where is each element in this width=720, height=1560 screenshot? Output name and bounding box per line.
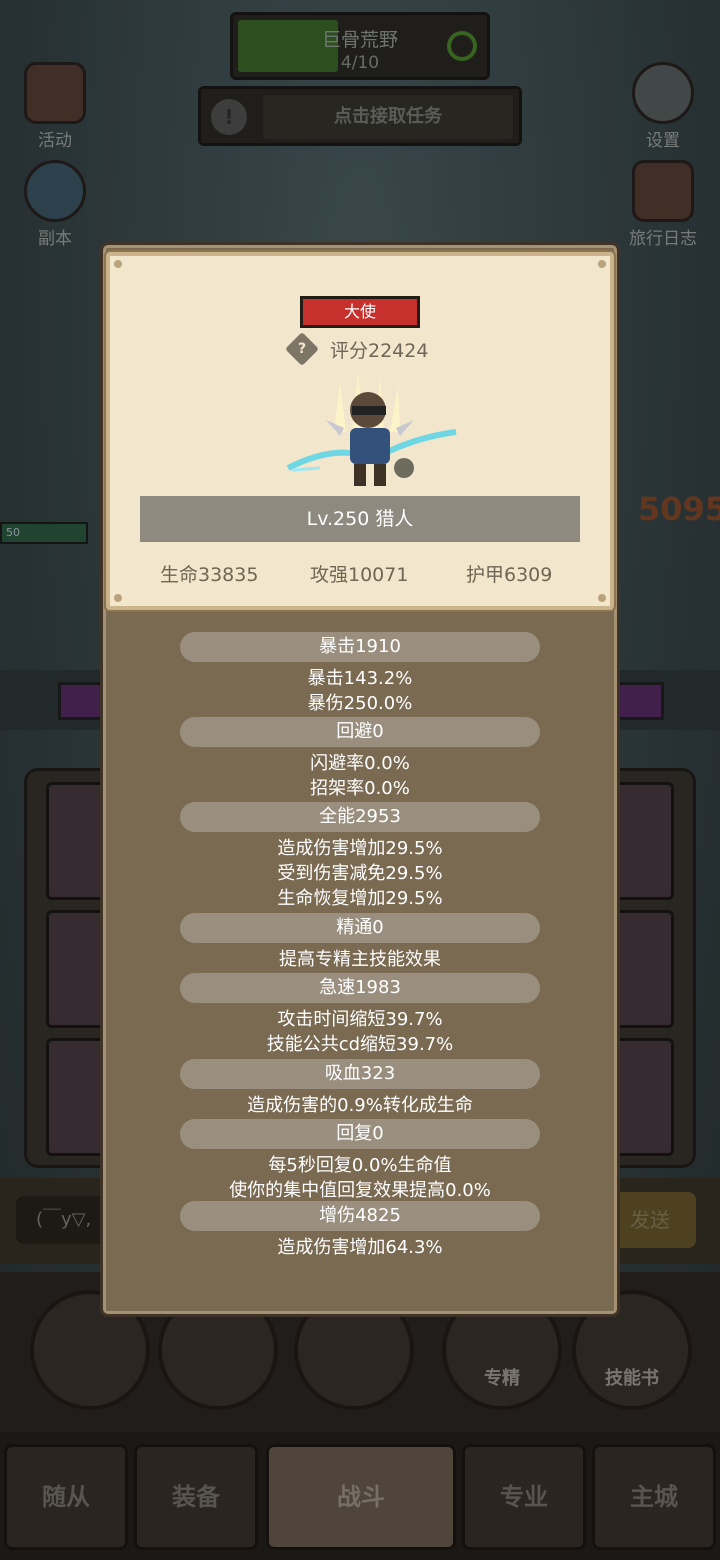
- score-text: 评分22424: [330, 340, 429, 362]
- versatility-damage: 造成伤害增加29.5%: [277, 838, 443, 859]
- haste-header: 急速1983: [180, 973, 540, 1003]
- crit-rate: 暴击143.2%: [307, 668, 413, 689]
- card-rivet: [114, 260, 122, 268]
- regen-header: 回复0: [180, 1119, 540, 1149]
- armor-stat: 护甲6309: [466, 564, 553, 586]
- versatility-reduction: 受到伤害减免29.5%: [277, 863, 443, 884]
- lifesteal-header: 吸血323: [180, 1059, 540, 1089]
- dodge-rate: 闪避率0.0%: [310, 753, 410, 774]
- versatility-header: 全能2953: [180, 802, 540, 832]
- haste-attack: 攻击时间缩短39.7%: [277, 1009, 443, 1030]
- damage-bonus-desc: 造成伤害增加64.3%: [277, 1237, 443, 1258]
- card-rivet: [598, 260, 606, 268]
- regen-focus: 使你的集中值回复效果提高0.0%: [229, 1180, 491, 1201]
- help-icon[interactable]: ?: [285, 332, 319, 366]
- regen-hp: 每5秒回复0.0%生命值: [268, 1155, 452, 1176]
- crit-header: 暴击1910: [180, 632, 540, 662]
- lifesteal-desc: 造成伤害的0.9%转化成生命: [247, 1095, 473, 1116]
- hp-stat: 生命33835: [160, 564, 259, 586]
- attack-stat: 攻强10071: [310, 564, 409, 586]
- hunter-character-icon: [286, 372, 457, 486]
- rank-badge: 大使: [300, 296, 420, 328]
- parry-rate: 招架率0.0%: [310, 778, 410, 799]
- mastery-desc: 提高专精主技能效果: [279, 949, 441, 970]
- versatility-healing: 生命恢复增加29.5%: [277, 888, 443, 909]
- card-rivet: [598, 594, 606, 602]
- avoidance-header: 回避0: [180, 717, 540, 747]
- crit-damage: 暴伤250.0%: [307, 693, 413, 714]
- card-rivet: [114, 594, 122, 602]
- haste-gcd: 技能公共cd缩短39.7%: [266, 1034, 454, 1055]
- damage-bonus-header: 增伤4825: [180, 1201, 540, 1231]
- level-class-bar: Lv.250 猎人: [140, 496, 580, 542]
- score-line: ? 评分22424: [285, 332, 450, 366]
- mastery-header: 精通0: [180, 913, 540, 943]
